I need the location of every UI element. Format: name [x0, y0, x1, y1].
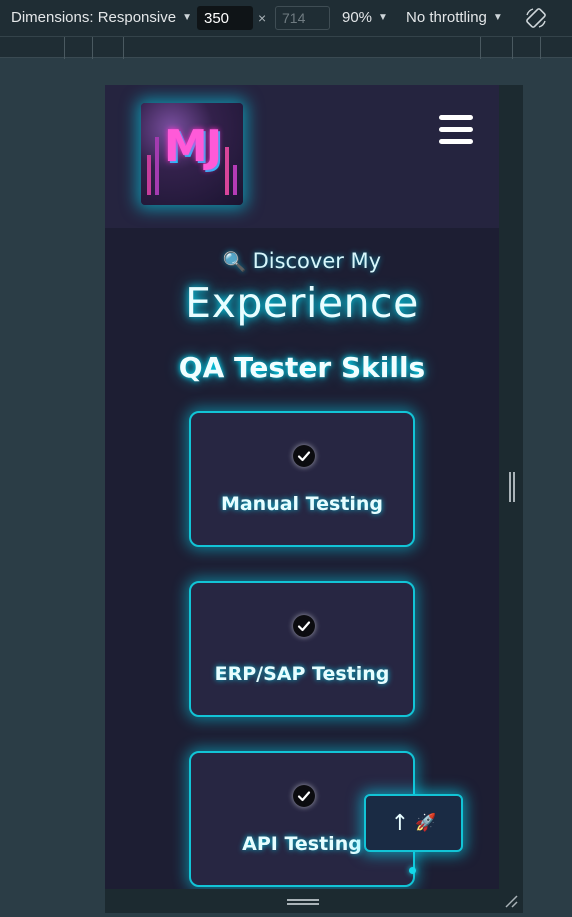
discover-heading: 🔍 Discover My: [105, 249, 499, 273]
check-circle-icon: [293, 445, 315, 467]
throttling-label: No throttling: [406, 9, 487, 26]
ruler-tick: [480, 37, 481, 59]
check-circle-icon: [293, 785, 315, 807]
throttling-dropdown[interactable]: No throttling ▼: [406, 9, 503, 26]
check-circle-icon: [293, 615, 315, 637]
hamburger-menu-icon[interactable]: [439, 115, 473, 145]
page-title: Experience: [185, 279, 419, 327]
device-viewport: MJ 🔍 Discover My Experience QA Tester Ski…: [105, 85, 499, 889]
rotate-icon[interactable]: [524, 6, 548, 30]
scroll-to-top-button[interactable]: ↑ 🚀: [364, 794, 463, 852]
rocket-icon: 🚀: [415, 813, 437, 833]
ruler-tick: [512, 37, 513, 59]
decorative-dot: [409, 867, 416, 874]
ruler-tick: [123, 37, 124, 59]
height-resize-handle[interactable]: [287, 899, 319, 905]
height-input[interactable]: 714: [275, 6, 330, 30]
magnifier-icon: 🔍: [222, 251, 247, 273]
logo[interactable]: MJ: [141, 103, 243, 205]
ruler-tick: [64, 37, 65, 59]
dimensions-dropdown[interactable]: Dimensions: Responsive ▼: [11, 9, 192, 26]
site-header: MJ: [105, 85, 499, 228]
corner-resize-icon[interactable]: [503, 893, 519, 909]
skill-card-erp-sap-testing[interactable]: ERP/SAP Testing: [189, 581, 415, 717]
ruler-tick: [540, 37, 541, 59]
ruler-tick: [92, 37, 93, 59]
times-separator: ×: [258, 10, 267, 26]
media-query-bar: [0, 36, 572, 59]
logo-text: MJ: [163, 121, 222, 172]
skill-label: ERP/SAP Testing: [214, 663, 390, 685]
width-input[interactable]: 350: [197, 6, 253, 30]
width-resize-handle[interactable]: [509, 472, 515, 502]
zoom-dropdown[interactable]: 90% ▼: [342, 9, 388, 26]
chevron-down-icon: ▼: [492, 12, 503, 23]
skill-label: Manual Testing: [220, 493, 384, 515]
chevron-down-icon: ▼: [182, 12, 192, 23]
arrow-up-icon: ↑: [390, 810, 410, 836]
dimensions-label: Dimensions: Responsive: [11, 9, 177, 26]
zoom-label: 90%: [342, 9, 373, 26]
discover-text: Discover My: [252, 249, 382, 273]
section-title: QA Tester Skills: [178, 351, 426, 384]
chevron-down-icon: ▼: [378, 12, 388, 23]
devtools-toolbar: Dimensions: Responsive ▼ 350 × 714 90% ▼…: [0, 0, 572, 36]
skill-card-manual-testing[interactable]: Manual Testing: [189, 411, 415, 547]
